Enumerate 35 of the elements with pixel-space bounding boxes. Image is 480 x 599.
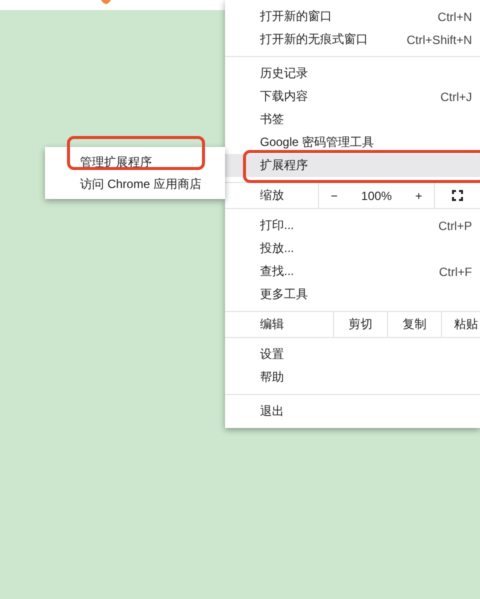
menu-item-label: 查找... [260,263,294,280]
menu-item[interactable]: 书签 [225,108,480,131]
shortcut-label: Ctrl+P [438,218,472,232]
menu-item-label: 打开新的无痕式窗口 [260,31,368,48]
shortcut-label: Ctrl+N [438,10,472,24]
edit-action-button[interactable]: 剪切 [334,312,388,337]
menu-item[interactable]: 扩展程序 [225,154,480,177]
menu-item[interactable]: 打印... Ctrl+P [225,214,480,237]
menu-item-label: 下载内容 [260,88,308,105]
menu-item[interactable]: 查找... Ctrl+F [225,260,480,283]
menu-item[interactable]: 打开新的窗口 Ctrl+N [225,5,480,28]
menu-item[interactable]: Google 密码管理工具 [225,131,480,154]
menu-item[interactable]: 投放... [225,237,480,260]
zoom-value: 100% [360,188,393,202]
menu-item[interactable]: 帮助 [225,366,480,389]
menu-item[interactable]: 历史记录 [225,62,480,85]
menu-item[interactable]: 退出 [225,400,480,423]
submenu-item[interactable]: 访问 Chrome 应用商店 [45,173,225,195]
zoom-in-button[interactable]: + [411,188,426,202]
shortcut-label: Ctrl+F [439,264,472,278]
menu-item-label: 打印... [260,217,294,234]
fullscreen-icon[interactable] [452,190,463,201]
edit-action-button[interactable]: 复制 [388,312,442,337]
submenu-item[interactable]: 管理扩展程序 [45,151,225,173]
menu-item-label: 打开新的窗口 [260,8,332,25]
menu-item[interactable]: 设置 [225,343,480,366]
edit-label: 编辑 [225,312,334,337]
shortcut-label: Ctrl+J [440,90,472,104]
edit-action-button[interactable]: 粘贴 [442,312,480,337]
menu-item[interactable]: 打开新的无痕式窗口 Ctrl+Shift+N [225,28,480,51]
logo-fragment-icon [100,0,112,5]
menu-item[interactable]: 下载内容 Ctrl+J [225,85,480,108]
menu-item[interactable]: 更多工具 [225,283,480,306]
zoom-out-button[interactable]: − [326,188,342,202]
shortcut-label: Ctrl+Shift+N [406,32,472,46]
